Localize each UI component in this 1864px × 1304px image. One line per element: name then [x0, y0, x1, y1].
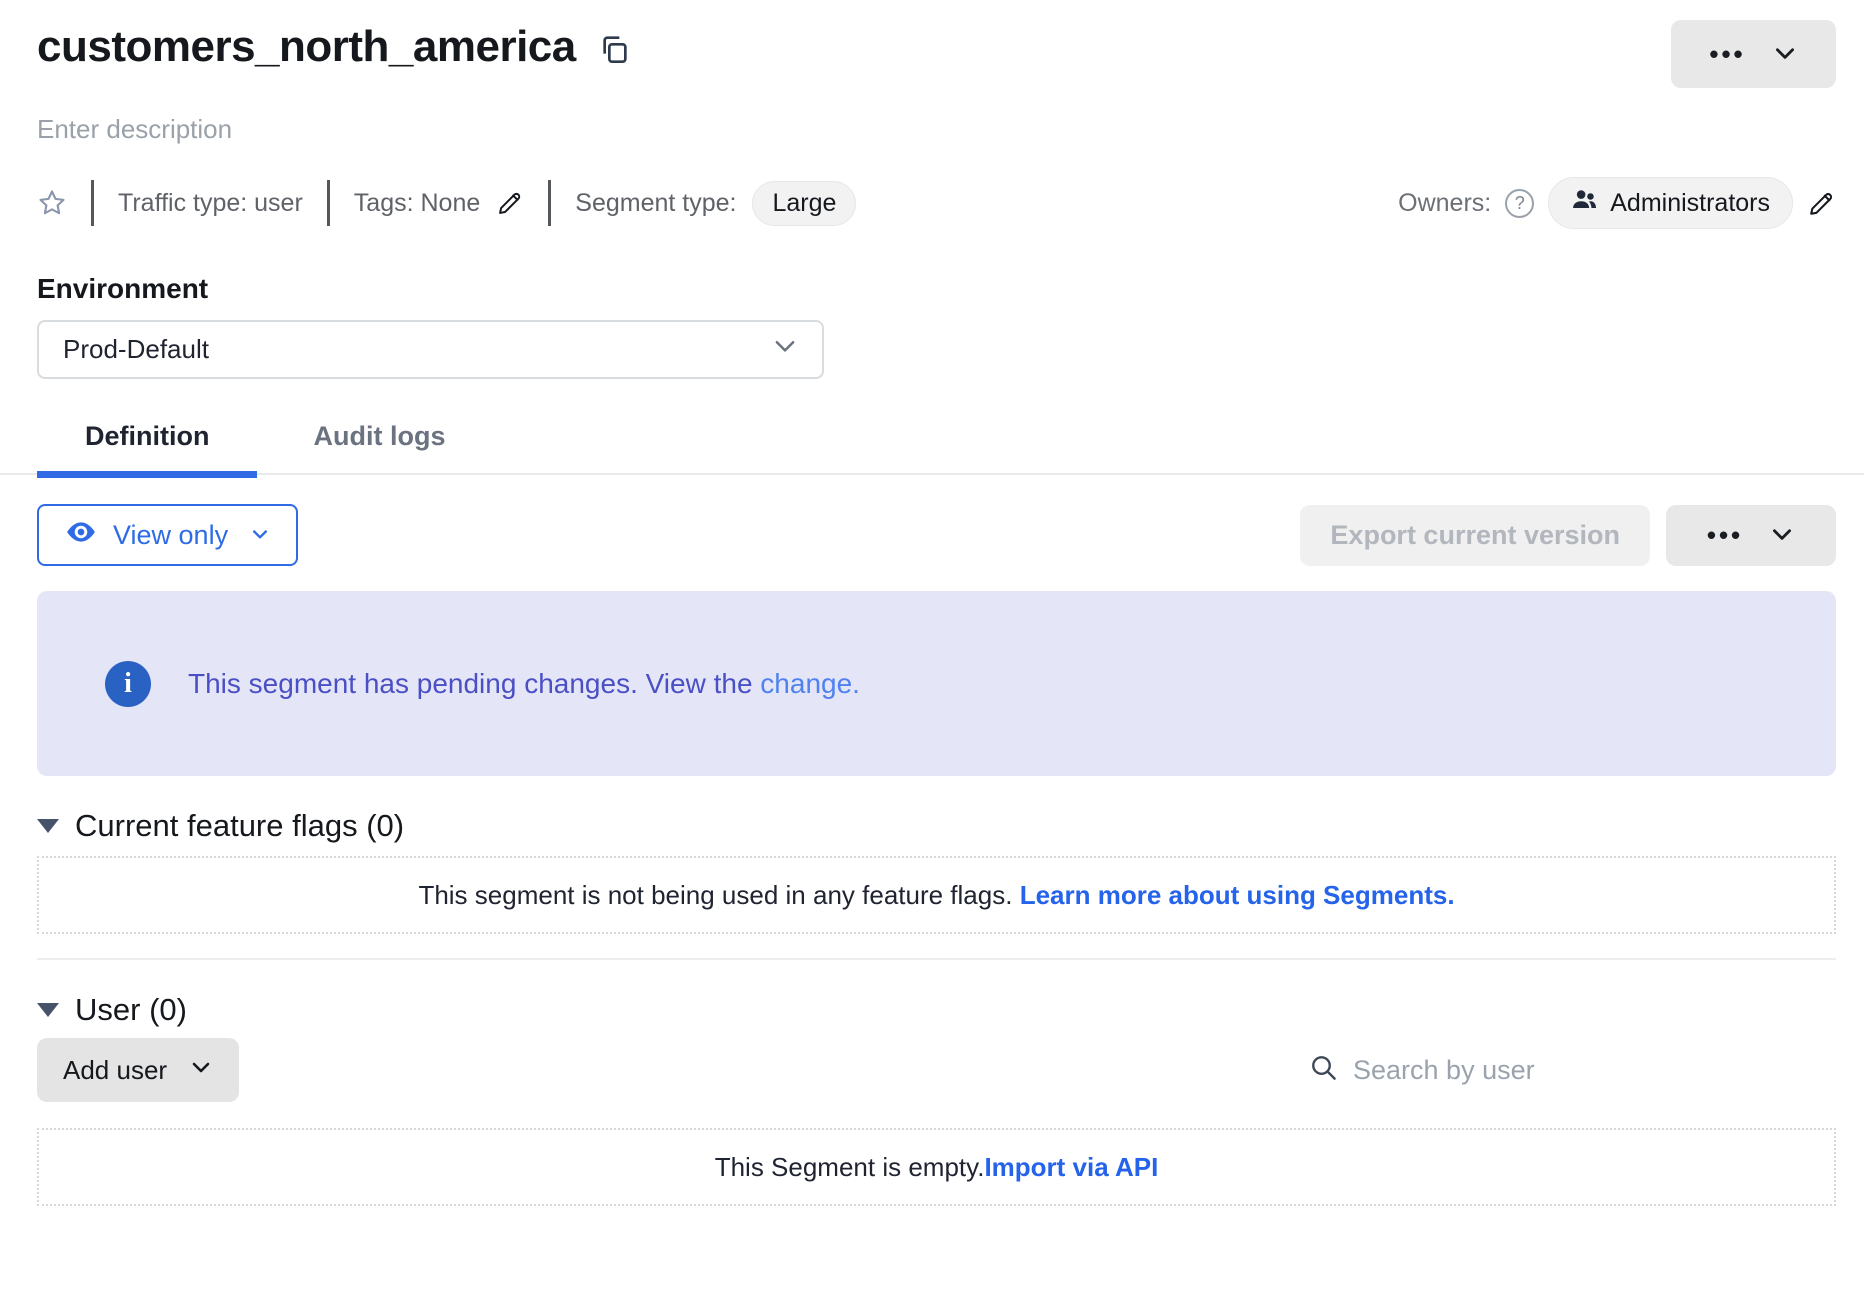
title-wrap: customers_north_america: [37, 20, 630, 74]
environment-label: Environment: [37, 273, 1836, 305]
tab-definition[interactable]: Definition: [37, 409, 257, 478]
import-via-api-link[interactable]: Import via API: [984, 1152, 1158, 1182]
meta-row: Traffic type: user Tags: None Segment ty…: [37, 179, 1836, 227]
owners-label: Owners:: [1398, 189, 1491, 218]
add-user-label: Add user: [63, 1055, 167, 1086]
tab-audit-logs[interactable]: Audit logs: [257, 409, 501, 478]
chevron-down-icon: [189, 1055, 213, 1086]
help-icon[interactable]: ?: [1505, 189, 1534, 218]
segment-type-label: Segment type:: [575, 189, 736, 218]
owners-badge[interactable]: Administrators: [1548, 177, 1793, 229]
description-field[interactable]: Enter description: [37, 114, 1836, 145]
chevron-down-icon: [1769, 521, 1795, 550]
feature-flags-empty-text: This segment is not being used in any fe…: [418, 880, 1454, 911]
eye-icon: [65, 516, 97, 555]
chevron-down-icon: [770, 331, 800, 368]
search-by-user-input[interactable]: [1351, 1054, 1836, 1087]
learn-more-link[interactable]: Learn more about using Segments.: [1020, 880, 1455, 910]
definition-more-menu-button[interactable]: •••: [1666, 505, 1836, 566]
traffic-type-label: Traffic type: user: [118, 189, 303, 218]
section-divider: [37, 958, 1836, 960]
segment-type-badge: Large: [752, 181, 856, 226]
divider: [548, 180, 551, 226]
user-search: [1309, 1053, 1836, 1088]
caret-down-icon: [37, 1003, 59, 1017]
feature-flags-empty-plain: This segment is not being used in any fe…: [418, 880, 1019, 910]
edit-owners-pencil-icon[interactable]: [1807, 189, 1836, 218]
header-more-menu-button[interactable]: •••: [1671, 20, 1836, 88]
banner-message: This segment has pending changes. View t…: [188, 668, 860, 700]
environment-selected-value: Prod-Default: [63, 334, 209, 365]
tags-label: Tags: None: [354, 189, 480, 218]
environment-select[interactable]: Prod-Default: [37, 320, 824, 379]
copy-icon[interactable]: [598, 33, 630, 65]
view-only-button[interactable]: View only: [37, 504, 298, 566]
tab-bar: Definition Audit logs: [37, 409, 1836, 478]
info-icon: i: [105, 661, 151, 707]
feature-flags-section-heading[interactable]: Current feature flags (0): [37, 808, 1836, 844]
caret-down-icon: [37, 819, 59, 833]
users-icon: [1571, 186, 1598, 220]
ellipsis-icon: •••: [1707, 522, 1743, 548]
user-toolbar: Add user: [37, 1038, 1836, 1102]
chevron-down-icon: [250, 520, 270, 551]
owners-value: Administrators: [1610, 189, 1770, 218]
header: customers_north_america •••: [37, 0, 1836, 88]
segment-detail-page: customers_north_america ••• Enter descri…: [0, 0, 1864, 1304]
star-icon[interactable]: [37, 188, 67, 218]
action-right: Export current version •••: [1300, 505, 1836, 566]
meta-right: Owners: ? Administrators: [1398, 177, 1836, 229]
view-only-label: View only: [113, 520, 228, 551]
divider: [91, 180, 94, 226]
chevron-down-icon: [1772, 40, 1798, 69]
segment-empty-state: This Segment is empty.Import via API: [37, 1128, 1836, 1206]
user-section-heading[interactable]: User (0): [37, 992, 1836, 1028]
user-heading: User (0): [75, 992, 187, 1028]
pending-changes-banner: i This segment has pending changes. View…: [37, 591, 1836, 776]
add-user-button[interactable]: Add user: [37, 1038, 239, 1102]
feature-flags-heading: Current feature flags (0): [75, 808, 404, 844]
feature-flags-empty-state: This segment is not being used in any fe…: [37, 856, 1836, 934]
search-icon: [1309, 1053, 1339, 1088]
action-row: View only Export current version •••: [37, 504, 1836, 566]
view-change-link[interactable]: change.: [760, 668, 860, 699]
meta-left: Traffic type: user Tags: None Segment ty…: [37, 180, 856, 226]
segment-empty-plain: This Segment is empty.: [715, 1152, 985, 1182]
divider: [327, 180, 330, 226]
edit-tags-pencil-icon[interactable]: [496, 189, 524, 217]
ellipsis-icon: •••: [1709, 41, 1745, 67]
page-title: customers_north_america: [37, 20, 576, 74]
segment-empty-text: This Segment is empty.Import via API: [715, 1152, 1159, 1183]
export-current-version-button[interactable]: Export current version: [1300, 505, 1650, 566]
banner-message-text: This segment has pending changes. View t…: [188, 668, 760, 699]
